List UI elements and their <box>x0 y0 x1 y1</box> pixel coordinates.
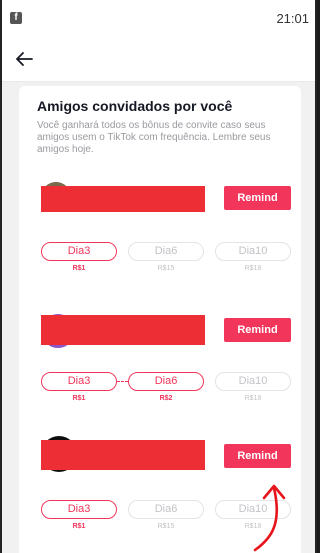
milestone-dia10: Dia10 R$18 <box>215 372 291 402</box>
friend-item: Remind Dia3 R$1 Dia6 R$15 Dia10 R$18 <box>37 436 291 530</box>
milestone-pill: Dia6 <box>128 500 204 519</box>
redaction-bar <box>41 186 205 212</box>
milestone-dia6: Dia6 R$15 <box>128 500 204 530</box>
milestone-dia10: Dia10 R$18 <box>215 500 291 530</box>
milestone-connector <box>117 381 128 382</box>
milestone-dia6: Dia6 R$15 <box>128 242 204 272</box>
milestone-pill: Dia10 <box>215 372 291 391</box>
milestone-reward: R$1 <box>72 395 86 402</box>
milestone-dia3: Dia3 R$1 <box>41 500 117 530</box>
invite-milestones: Dia3 R$1 Dia6 R$15 Dia10 R$18 <box>37 500 293 540</box>
milestone-pill: Dia6 <box>128 242 204 261</box>
remind-button[interactable]: Remind <box>224 318 291 342</box>
status-bar: f 21:01 <box>2 0 315 36</box>
nav-bar <box>2 36 315 82</box>
redaction-bar <box>41 440 205 470</box>
milestone-reward: R$18 <box>244 395 262 402</box>
status-time: 21:01 <box>276 10 309 26</box>
arrow-left-icon[interactable] <box>14 47 38 71</box>
invited-friends-card: Amigos convidados por você Você ganhará … <box>19 86 301 553</box>
milestone-dia6: Dia6 R$2 <box>128 372 204 402</box>
milestone-pill: Dia3 <box>41 500 117 519</box>
milestone-reward: R$15 <box>157 265 175 272</box>
redaction-bar <box>41 315 205 345</box>
milestone-reward: R$18 <box>244 265 262 272</box>
milestone-reward: R$2 <box>159 395 173 402</box>
milestone-dia3: Dia3 R$1 <box>41 242 117 272</box>
card-subtitle: Você ganhará todos os bônus de convite c… <box>37 120 271 155</box>
remind-button[interactable]: Remind <box>224 444 291 468</box>
remind-button[interactable]: Remind <box>224 186 291 210</box>
milestone-reward: R$1 <box>72 265 86 272</box>
facebook-notification-icon: f <box>10 12 22 24</box>
invite-milestones: Dia3 R$1 Dia6 R$2 Dia10 R$18 <box>37 372 293 412</box>
milestone-dia10: Dia10 R$18 <box>215 242 291 272</box>
card-title: Amigos convidados por você <box>37 98 233 114</box>
friend-item: Remind Dia3 R$1 Dia6 R$15 Dia10 R$18 <box>37 182 291 272</box>
milestone-pill: Dia10 <box>215 242 291 261</box>
milestone-reward: R$15 <box>157 523 175 530</box>
milestone-dia3: Dia3 R$1 <box>41 372 117 402</box>
milestone-pill: Dia3 <box>41 372 117 391</box>
milestone-pill: Dia10 <box>215 500 291 519</box>
milestone-pill: Dia3 <box>41 242 117 261</box>
app-screen: f 21:01 Amigos convidados por você Você … <box>2 0 315 553</box>
friend-item: Remind Dia3 R$1 Dia6 R$2 Dia10 R$18 <box>37 312 291 402</box>
invite-milestones: Dia3 R$1 Dia6 R$15 Dia10 R$18 <box>37 242 293 282</box>
milestone-reward: R$18 <box>244 523 262 530</box>
device-frame: f 21:01 Amigos convidados por você Você … <box>0 0 317 553</box>
milestone-reward: R$1 <box>72 523 86 530</box>
milestone-pill: Dia6 <box>128 372 204 391</box>
